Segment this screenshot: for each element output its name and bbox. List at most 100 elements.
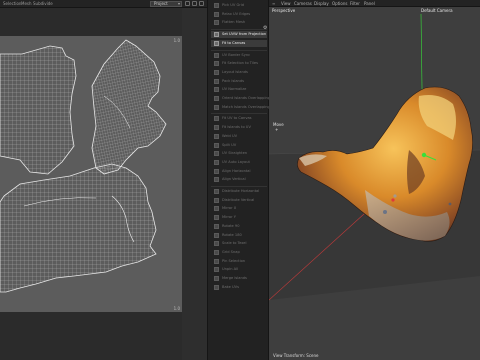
tool-icon bbox=[214, 142, 219, 148]
panel-separator bbox=[211, 186, 267, 187]
uv-island-2 bbox=[91, 39, 167, 175]
panel-tool-item[interactable]: Fit Islands to UV bbox=[211, 124, 267, 131]
panel-tool-item[interactable]: Orient Islands Overlapping bbox=[211, 95, 271, 102]
panel-tool-item[interactable]: Layout Islands bbox=[211, 69, 267, 76]
panel-tool-item[interactable]: Flatten Mesh bbox=[211, 19, 267, 26]
uv-mode-dropdown[interactable]: Project ▾ bbox=[150, 1, 182, 7]
panel-tool-item[interactable]: Pick UV Grid bbox=[211, 2, 267, 9]
gear-icon[interactable]: ⚙ bbox=[263, 26, 268, 31]
tool-icon bbox=[214, 87, 219, 93]
uv-menu-selection[interactable]: Selection bbox=[3, 1, 21, 6]
tool-icon bbox=[214, 32, 219, 38]
app-window: Selection Mesh Subdivide Project ▾ 1.0 1… bbox=[0, 0, 480, 360]
tool-icon bbox=[214, 215, 219, 221]
tool-icon bbox=[214, 125, 219, 131]
panel-tool-item[interactable]: UV Normalize bbox=[211, 86, 267, 93]
uv-corner-bottom-label: 1.0 bbox=[173, 306, 180, 311]
panel-tool-label: UV Normalize bbox=[222, 87, 247, 92]
panel-separator bbox=[211, 113, 267, 115]
uv-canvas[interactable]: 1.0 1.0 bbox=[0, 36, 182, 312]
panel-tool-label: Rotate 180 bbox=[222, 232, 242, 237]
panel-tool-label: Flatten Mesh bbox=[222, 20, 246, 25]
lock-icon[interactable] bbox=[185, 1, 190, 6]
uv-tools-panel: Pick UV Grid Relax UV Edges Flatten Mesh Se… bbox=[207, 0, 271, 360]
panel-tool-item[interactable]: Fit Selection to Tiles bbox=[211, 60, 267, 67]
uv-menu-mesh[interactable]: Mesh bbox=[21, 1, 32, 6]
panel-tool-item[interactable]: Pin Selection bbox=[211, 258, 267, 265]
tool-icon bbox=[214, 78, 219, 84]
panel-tool-label: Align Horizontal bbox=[222, 168, 251, 173]
panel-tool-item[interactable]: Rotate 90 bbox=[211, 223, 267, 230]
panel-tool-item[interactable]: Rotate 180 bbox=[211, 232, 267, 239]
tool-icon bbox=[214, 189, 219, 194]
tool-icon bbox=[214, 232, 219, 238]
uv-mesh-svg bbox=[0, 39, 167, 293]
panel-tool-item[interactable]: Grid Snap bbox=[211, 249, 267, 256]
tool-icon bbox=[214, 267, 219, 273]
panel-tool-label: Layout Islands bbox=[222, 69, 248, 74]
tool-icon bbox=[214, 40, 219, 46]
panel-tool-label: Distribute Vertical bbox=[222, 197, 255, 202]
panel-tool-label: Fit to Canvas bbox=[222, 40, 246, 45]
panel-tool-item[interactable]: UV Auto Layout bbox=[211, 159, 267, 166]
panel-tool-item[interactable]: Split UV bbox=[211, 142, 267, 149]
panel-tool-label: UV Border Sync bbox=[222, 52, 251, 57]
tool-icon bbox=[214, 20, 219, 26]
panel-tool-item[interactable]: Match Islands Overlapping bbox=[211, 104, 270, 111]
tool-icon bbox=[214, 168, 219, 174]
grid-icon[interactable] bbox=[192, 1, 197, 6]
panel-tool-item[interactable]: Distribute Vertical bbox=[211, 197, 267, 204]
tool-icon bbox=[214, 197, 219, 203]
viewport-scene-svg bbox=[269, 13, 480, 301]
panel-tool-item[interactable]: Pack Islands bbox=[211, 78, 267, 85]
panel-tool-label: Fit Selection to Tiles bbox=[222, 61, 258, 66]
panel-tool-item[interactable]: Unpin All bbox=[211, 266, 267, 273]
panel-tool-item[interactable]: Distribute Horizontal bbox=[211, 188, 267, 195]
panel-separator bbox=[211, 49, 267, 51]
tool-icon bbox=[214, 249, 219, 255]
panel-tool-item[interactable]: Fit UV to Canvas bbox=[211, 115, 267, 122]
panel-tool-item[interactable]: Bake UVs bbox=[211, 284, 267, 291]
plus-icon: + bbox=[275, 127, 279, 132]
panel-tool-label: Grid Snap bbox=[222, 249, 240, 254]
tool-icon bbox=[214, 52, 219, 58]
viewport-3d[interactable]: View Cameras Display Options Filter Pane… bbox=[269, 0, 480, 360]
panel-tool-item[interactable]: Mirror X bbox=[211, 205, 267, 212]
tool-icon bbox=[214, 104, 219, 110]
panel-tool-label: Orient Islands Overlapping bbox=[222, 96, 271, 100]
chevron-down-icon: ▾ bbox=[177, 1, 180, 6]
panel-tool-item[interactable]: Set UVW from Projection bbox=[211, 31, 267, 39]
tool-icon bbox=[214, 116, 219, 122]
panel-tool-label: Merge Islands bbox=[222, 276, 247, 280]
tool-icon bbox=[214, 151, 219, 157]
panel-tool-label: UV Auto Layout bbox=[222, 159, 250, 164]
uv-mode-value: Project bbox=[154, 1, 168, 6]
panel-tool-label: Fit UV to Canvas bbox=[222, 116, 252, 121]
uv-island-3 bbox=[0, 163, 157, 293]
tool-icon bbox=[214, 206, 219, 212]
uv-editor: Selection Mesh Subdivide Project ▾ 1.0 1… bbox=[0, 0, 207, 360]
panel-tool-item[interactable]: Weld UV bbox=[211, 133, 267, 140]
uv-menu-subdivide[interactable]: Subdivide bbox=[33, 1, 53, 6]
panel-tool-item[interactable]: UV Border Sync bbox=[211, 52, 267, 59]
panel-tool-label: Scale to Texel bbox=[222, 241, 247, 246]
panel-tool-item[interactable]: Merge Islands bbox=[211, 275, 267, 282]
panel-tool-item[interactable]: Mirror Y bbox=[211, 214, 267, 221]
panel-tool-label: Weld UV bbox=[222, 133, 238, 138]
panel-tool-item[interactable]: Relax UV Edges bbox=[211, 11, 267, 18]
tool-icon bbox=[214, 284, 219, 290]
tool-icon bbox=[214, 258, 219, 264]
panel-tool-label: UV Straighten bbox=[222, 151, 248, 156]
panel-tool-label: Rotate 90 bbox=[222, 223, 240, 228]
panel-tool-item[interactable]: Fit to Canvas bbox=[211, 39, 267, 47]
move-hud[interactable]: Move + bbox=[273, 122, 289, 132]
panel-tool-label: Relax UV Edges bbox=[222, 11, 251, 16]
panel-tool-item[interactable]: Scale to Texel bbox=[211, 240, 267, 247]
tool-icon bbox=[214, 96, 219, 101]
panel-tool-label: Mirror X bbox=[222, 206, 237, 211]
panel-tool-label: Pick UV Grid bbox=[222, 3, 245, 7]
panel-tool-item[interactable]: Align Horizontal bbox=[211, 168, 267, 175]
panel-tool-item[interactable]: UV Straighten bbox=[211, 150, 267, 157]
panel-tool-item[interactable]: Align Vertical bbox=[211, 176, 267, 183]
settings-icon[interactable] bbox=[199, 1, 204, 6]
